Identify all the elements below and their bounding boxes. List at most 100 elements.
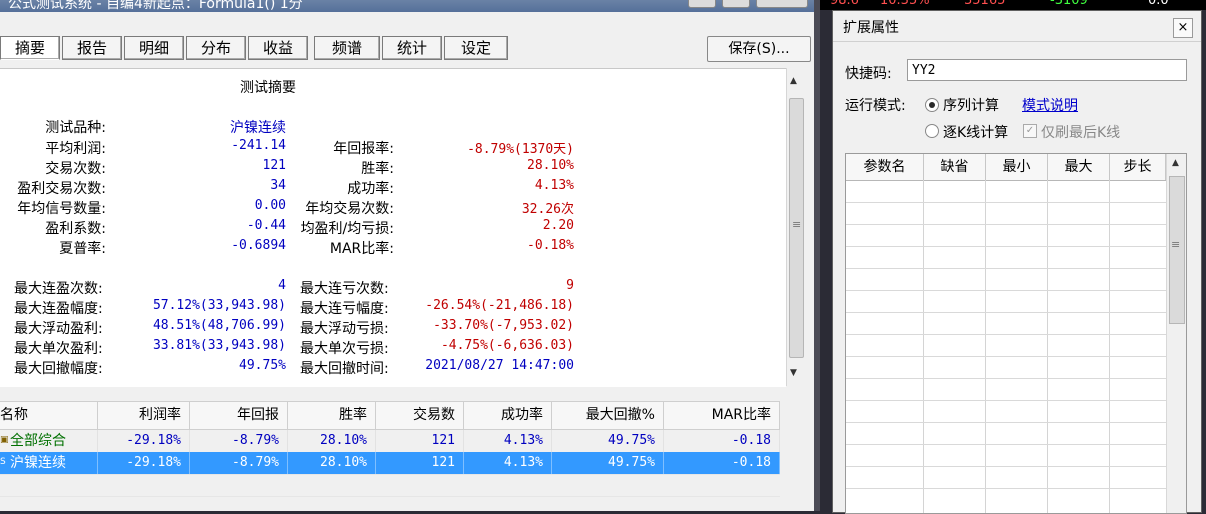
stat-value: 28.10% <box>527 158 574 173</box>
scroll-grip-icon: ≡ <box>1171 238 1181 251</box>
table-row[interactable]: ▣ 全部综合 -29.18% -8.79% 28.10% 121 4.13% 4… <box>0 430 780 452</box>
tab-summary[interactable]: 摘要 <box>0 36 60 60</box>
cell-profit-rate: -29.18% <box>98 430 190 452</box>
summary-scrollbar[interactable]: ▲ ≡ ▼ <box>786 68 805 386</box>
col-header-win-rate[interactable]: 胜率 <box>288 402 376 429</box>
stat-label: 交易次数: <box>45 161 106 177</box>
grid-row-line <box>846 488 1166 489</box>
extreme-label: 最大单次盈利: <box>14 341 103 357</box>
table-row-selected[interactable]: S 沪镍连续 -29.18% -8.79% 28.10% 121 4.13% 4… <box>0 452 780 474</box>
stat-value: 32.26次 <box>521 202 574 217</box>
tab-returns[interactable]: 收益 <box>248 36 308 60</box>
tab-statistics[interactable]: 统计 <box>382 36 442 60</box>
col-header-success-rate[interactable]: 成功率 <box>464 402 552 429</box>
mode-help-link[interactable]: 模式说明 <box>1022 95 1078 115</box>
save-button[interactable]: 保存(S)... <box>707 36 811 62</box>
mode-kline-label[interactable]: 逐K线计算 <box>943 122 1008 142</box>
tab-detail[interactable]: 明细 <box>124 36 184 60</box>
grid-row-line <box>846 400 1166 401</box>
extreme-label: 最大回撤时间: <box>300 361 389 377</box>
tab-distribution[interactable]: 分布 <box>186 36 246 60</box>
stat-label: 年均交易次数: <box>305 201 394 217</box>
cell-success-rate: 4.13% <box>464 452 552 474</box>
background-ticker: 98.6 10.35% 35165 -3109 0.0 <box>820 0 1206 10</box>
grid-row-line <box>846 268 1166 269</box>
grid-column-line <box>1109 180 1110 513</box>
col-header-name[interactable]: 名称 <box>0 402 98 429</box>
cell-success-rate: 4.13% <box>464 430 552 452</box>
hotkey-label: 快捷码: <box>845 66 892 82</box>
param-col-min[interactable]: 最小 <box>986 154 1048 180</box>
panel-titlebar[interactable]: 扩展属性 × <box>833 11 1201 42</box>
mode-serial-radio[interactable] <box>925 98 939 112</box>
grid-column-line <box>985 180 986 513</box>
mode-serial-label[interactable]: 序列计算 <box>943 95 999 115</box>
run-mode-label: 运行模式: <box>845 98 906 114</box>
results-table-header: 名称 利润率 年回报 胜率 交易数 成功率 最大回撤% MAR比率 <box>0 401 780 430</box>
ticker-value: 0.0 <box>1148 0 1169 8</box>
col-header-max-drawdown[interactable]: 最大回撤% <box>552 402 664 429</box>
window-border <box>814 0 820 511</box>
param-col-name[interactable]: 参数名 <box>846 154 924 180</box>
scroll-up-arrow-icon[interactable]: ▲ <box>790 76 797 86</box>
extreme-label: 最大回撤幅度: <box>14 361 103 377</box>
close-icon[interactable]: × <box>1173 18 1193 38</box>
stat-label: 均盈利/均亏损: <box>300 221 394 237</box>
grid-row-line <box>846 246 1166 247</box>
mode-kline-radio[interactable] <box>925 124 939 138</box>
stat-value: -0.44 <box>246 218 286 233</box>
row-name: 沪镍连续 <box>0 452 98 474</box>
param-col-max[interactable]: 最大 <box>1048 154 1110 180</box>
stat-label: 夏普率: <box>59 241 106 257</box>
cell-annual-return: -8.79% <box>190 430 288 452</box>
cell-max-drawdown: 49.75% <box>552 452 664 474</box>
minimize-button[interactable] <box>688 0 716 8</box>
tab-spectrum[interactable]: 频谱 <box>314 36 380 60</box>
parameter-table-scrollbar[interactable]: ▲ ≡ <box>1166 154 1186 513</box>
summary-title: 测试摘要 <box>240 80 296 96</box>
formula-test-window: 公式测试系统 - 自编4新起点：Formula1() 1分 摘要 报告 明细 分… <box>0 0 818 511</box>
stat-value: -0.18% <box>527 238 574 253</box>
extreme-value: -4.75%(-6,636.03) <box>440 338 574 353</box>
col-header-profit-rate[interactable]: 利润率 <box>98 402 190 429</box>
extreme-value: 9 <box>566 278 574 293</box>
grid-row-line <box>846 444 1166 445</box>
extreme-value: 57.12%(33,943.98) <box>152 298 286 313</box>
tab-settings[interactable]: 设定 <box>444 36 508 60</box>
cell-trades: 121 <box>376 452 464 474</box>
extreme-value: 2021/08/27 14:47:00 <box>425 358 574 373</box>
cell-mar-ratio: -0.18 <box>664 430 780 452</box>
grid-row-line <box>846 312 1166 313</box>
param-col-step[interactable]: 步长 <box>1110 154 1166 180</box>
stat-value: -8.79%(1370天) <box>467 142 574 157</box>
scroll-down-arrow-icon[interactable]: ▼ <box>790 368 797 378</box>
col-header-trades[interactable]: 交易数 <box>376 402 464 429</box>
extreme-value: -33.70%(-7,953.02) <box>433 318 574 333</box>
grid-row-line <box>846 202 1166 203</box>
refresh-last-only-checkbox[interactable]: ✓ <box>1023 124 1037 138</box>
extreme-value: 48.51%(48,706.99) <box>152 318 286 333</box>
tab-report[interactable]: 报告 <box>62 36 122 60</box>
hotkey-input[interactable]: YY2 <box>907 59 1187 81</box>
stat-label: 盈利交易次数: <box>17 181 106 197</box>
row-divider <box>0 474 780 475</box>
col-header-annual-return[interactable]: 年回报 <box>190 402 288 429</box>
stat-value: -0.6894 <box>231 238 286 253</box>
row-name: 全部综合 <box>0 430 98 452</box>
panel-title: 扩展属性 <box>843 20 899 36</box>
cell-mar-ratio: -0.18 <box>664 452 780 474</box>
scroll-up-arrow-icon[interactable]: ▲ <box>1172 158 1179 168</box>
extreme-label: 最大连盈幅度: <box>14 301 103 317</box>
maximize-button[interactable] <box>722 0 750 8</box>
cell-profit-rate: -29.18% <box>98 452 190 474</box>
window-titlebar[interactable]: 公式测试系统 - 自编4新起点：Formula1() 1分 <box>0 0 818 12</box>
param-col-default[interactable]: 缺省 <box>924 154 986 180</box>
stat-value: 121 <box>262 158 286 173</box>
row-divider <box>0 496 780 497</box>
stat-value: 4.13% <box>534 178 574 193</box>
col-header-mar-ratio[interactable]: MAR比率 <box>664 402 780 429</box>
stat-label: 年均信号数量: <box>17 201 106 217</box>
grid-row-line <box>846 290 1166 291</box>
cell-win-rate: 28.10% <box>288 430 376 452</box>
close-window-button[interactable] <box>756 0 808 8</box>
